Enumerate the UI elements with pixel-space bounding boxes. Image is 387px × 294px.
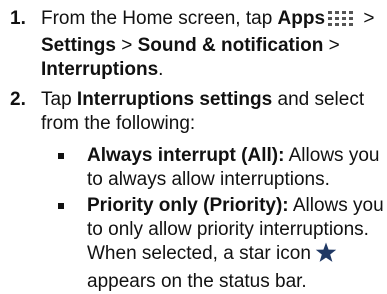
bullet-marker (58, 203, 64, 209)
step-number: 1. (10, 8, 26, 29)
bullet-marker (58, 153, 64, 159)
option-text: Priority only (Priority): Allows you to … (87, 194, 387, 294)
interruptions-label: Interruptions (41, 59, 159, 80)
interruptions-settings-label: Interruptions settings (76, 89, 273, 110)
instructions-document: 1. From the Home screen, tap Apps > Sett… (0, 0, 387, 294)
apps-label: Apps (277, 8, 326, 29)
option-description-end: appears on the status bar. (87, 271, 307, 292)
step-number: 2. (10, 89, 26, 110)
step-text: Tap Interruptions settings and select fr… (41, 89, 365, 134)
apps-grid-icon (327, 10, 356, 34)
step-text: From the Home screen, tap Apps > Setting… (41, 8, 375, 80)
star-icon (315, 242, 337, 270)
option-text: Always interrupt (All): Allows you to al… (87, 144, 387, 192)
settings-label: Settings (41, 35, 116, 56)
option-title: Priority only (Priority): (87, 195, 289, 216)
sound-notification-label: Sound & notification (137, 35, 324, 56)
option-title: Always interrupt (All): (87, 145, 285, 166)
